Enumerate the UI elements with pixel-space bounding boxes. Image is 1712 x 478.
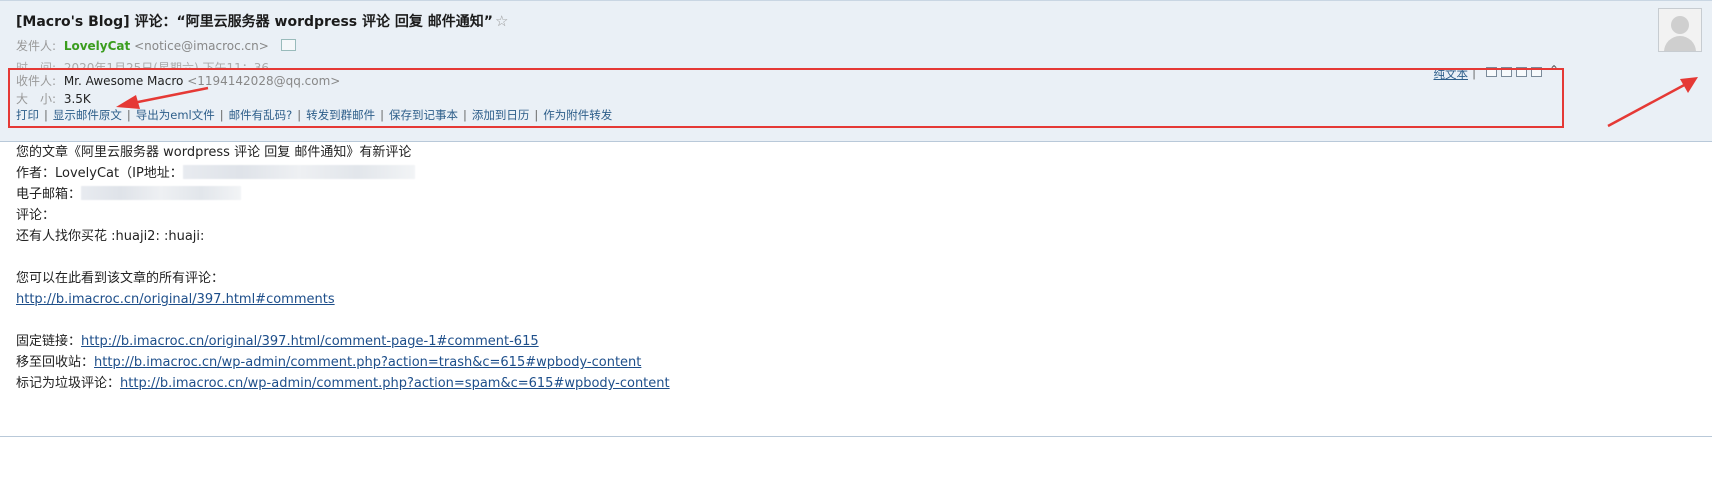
sender-name[interactable]: LovelyCat [64, 39, 130, 53]
trash-link[interactable]: http://b.imacroc.cn/wp-admin/comment.php… [94, 355, 641, 370]
author-line: 作者：LovelyCat（IP地址： [16, 163, 670, 184]
trash-label: 移至回收站： [16, 355, 95, 370]
spam-label: 标记为垃圾评论： [16, 376, 121, 391]
view-all-link[interactable]: http://b.imacroc.cn/original/397.html#co… [16, 292, 335, 307]
annotation-highlight-box [8, 68, 1564, 128]
sender-email: <notice@imacroc.cn> [134, 39, 269, 53]
email-line: 电子邮箱： [16, 184, 670, 205]
permalink-label: 固定链接： [16, 334, 82, 349]
redacted-ip [182, 165, 415, 179]
sender-avatar[interactable] [1658, 8, 1702, 52]
footer-divider [0, 436, 1712, 437]
email-body: 您的文章《阿里云服务器 wordpress 评论 回复 邮件通知》有新评论 作者… [16, 142, 670, 394]
email-label: 电子邮箱： [16, 187, 82, 202]
view-all-label: 您可以在此看到该文章的所有评论： [16, 271, 225, 286]
avatar-head-shape [1671, 16, 1689, 34]
subject-text: [Macro's Blog] 评论：“阿里云服务器 wordpress 评论 回… [16, 14, 493, 30]
permalink-link[interactable]: http://b.imacroc.cn/original/397.html/co… [81, 334, 539, 349]
contact-card-icon[interactable] [280, 39, 296, 51]
spam-link[interactable]: http://b.imacroc.cn/wp-admin/comment.php… [120, 376, 670, 391]
article-notice: 您的文章《阿里云服务器 wordpress 评论 回复 邮件通知》有新评论 [16, 145, 412, 160]
email-header: [Macro's Blog] 评论：“阿里云服务器 wordpress 评论 回… [0, 0, 1712, 142]
permalink-row: 固定链接：http://b.imacroc.cn/original/397.ht… [16, 331, 670, 352]
trash-row: 移至回收站：http://b.imacroc.cn/wp-admin/comme… [16, 352, 670, 373]
view-all-row: http://b.imacroc.cn/original/397.html#co… [16, 289, 670, 310]
sender-row: 发件人: LovelyCat <notice@imacroc.cn> [16, 37, 296, 54]
comment-label: 评论： [16, 208, 56, 223]
star-icon[interactable]: ☆ [495, 12, 508, 30]
email-subject: [Macro's Blog] 评论：“阿里云服务器 wordpress 评论 回… [16, 11, 508, 31]
sender-label: 发件人: [16, 39, 57, 53]
avatar-body-shape [1664, 36, 1696, 51]
redacted-email [81, 186, 242, 200]
annotation-arrow-right-line [1607, 81, 1689, 128]
author-label: 作者：LovelyCat（IP地址： [16, 166, 183, 181]
spam-row: 标记为垃圾评论：http://b.imacroc.cn/wp-admin/com… [16, 373, 670, 394]
comment-text: 还有人找你买花 :huaji2: :huaji: [16, 229, 205, 244]
annotation-arrow-right-head [1680, 77, 1698, 93]
